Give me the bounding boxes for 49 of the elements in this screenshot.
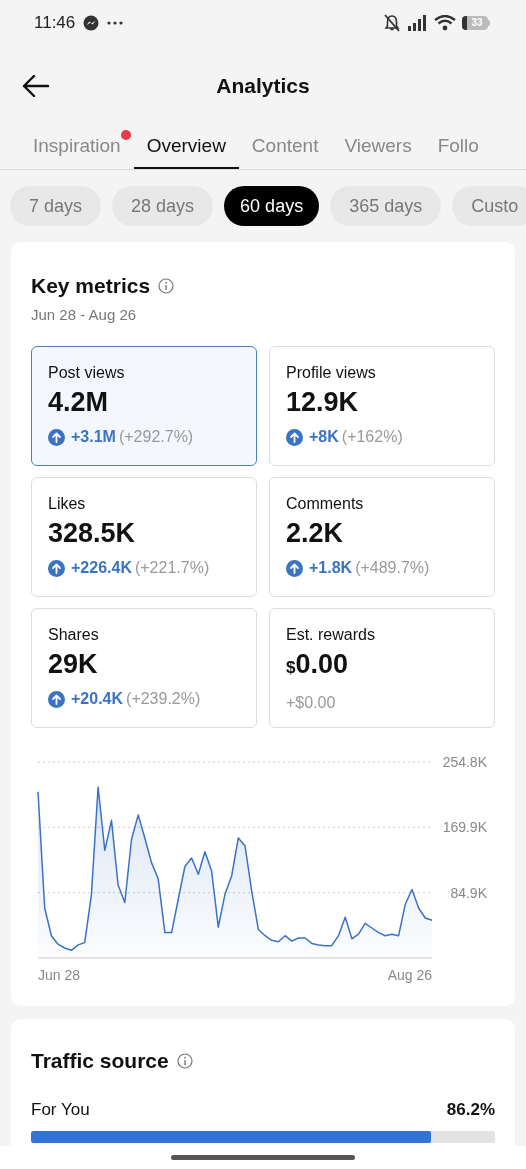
metric-label: Profile views xyxy=(286,363,377,383)
change-amount: +8K xyxy=(309,427,339,447)
change-amount: +20.4K xyxy=(71,689,124,709)
section-title: Key metrics xyxy=(31,273,151,299)
tab[interactable]: Overview xyxy=(133,126,239,169)
x-tick-label: Jun 28 xyxy=(38,967,81,983)
currency-symbol: $ xyxy=(286,658,296,679)
range-chip[interactable]: 365 days xyxy=(330,186,442,226)
metric-tile[interactable]: Comments 2.2K +1.8K (+489.7%) xyxy=(269,477,495,597)
change-percent: (+292.7%) xyxy=(118,427,194,447)
metric-tile[interactable]: Post views 4.2M +3.1M (+292.7%) xyxy=(31,346,257,466)
change-amount: +3.1M xyxy=(71,427,116,447)
metric-label: Comments xyxy=(286,494,365,514)
metric-label: Likes xyxy=(48,494,87,514)
source-percent: 86.2% xyxy=(446,1098,495,1121)
x-tick-label: Aug 26 xyxy=(387,967,432,983)
metric-label: Post views xyxy=(48,363,126,383)
metric-value: 4.2M xyxy=(48,387,109,417)
change-amount: +226.4K xyxy=(71,558,132,578)
metric-value: 12.9K xyxy=(286,387,359,417)
metric-label: Est. rewards xyxy=(286,625,376,645)
y-tick-label: 254.8K xyxy=(442,754,487,770)
change-amount: +1.8K xyxy=(309,558,353,578)
change-percent: (+239.2%) xyxy=(126,689,201,709)
metric-value: 29K xyxy=(48,649,98,679)
metric-label: Shares xyxy=(48,625,100,645)
range-chip[interactable]: 7 days xyxy=(10,186,102,226)
metric-tile[interactable]: Likes 328.5K +226.4K (+221.7%) xyxy=(31,477,257,597)
change-amount: +$0.00 xyxy=(286,693,336,713)
metric-value: 328.5K xyxy=(48,518,136,548)
metric-value: 0.00 xyxy=(295,649,349,679)
change-percent: (+221.7%) xyxy=(134,558,210,578)
change-percent: (+162%) xyxy=(341,427,403,447)
metric-value: 2.2K xyxy=(286,518,344,548)
metric-tile[interactable]: Profile views 12.9K +8K (+162%) xyxy=(269,346,495,466)
y-tick-label: 84.9K xyxy=(450,884,487,901)
change-percent: (+489.7%) xyxy=(355,558,430,578)
section-title: Traffic source xyxy=(31,1048,169,1074)
range-chip[interactable]: 28 days xyxy=(112,186,214,226)
range-chip[interactable]: Custo xyxy=(452,186,526,226)
source-label: For You xyxy=(31,1098,90,1121)
metric-tile[interactable]: Shares 29K +20.4K (+239.2%) xyxy=(31,608,257,728)
metric-tile[interactable]: Est. rewards $0.00 +$0.00 xyxy=(269,608,495,728)
status-time: 11:46 xyxy=(34,12,76,35)
y-tick-label: 169.9K xyxy=(442,819,487,836)
date-range: Jun 28 - Aug 26 xyxy=(31,304,138,325)
battery-icon: 33 xyxy=(462,16,490,30)
page-title: Analytics xyxy=(216,73,310,100)
range-chip[interactable]: 60 days xyxy=(224,186,320,226)
